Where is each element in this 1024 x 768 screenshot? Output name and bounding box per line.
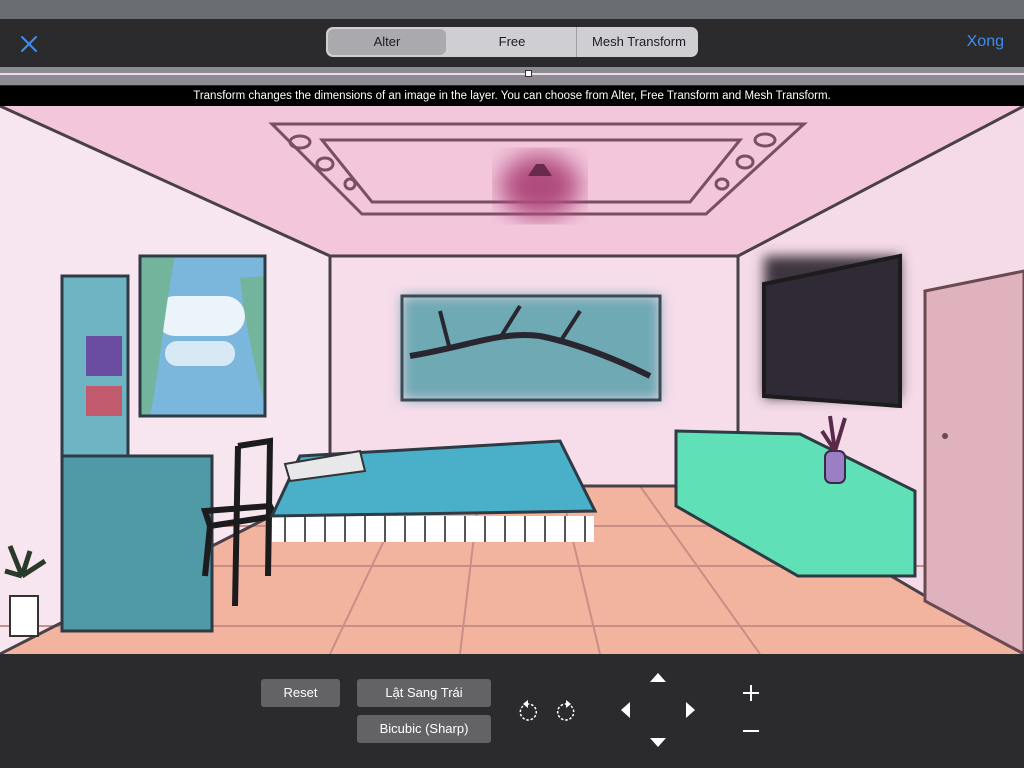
flip-horizontal-button[interactable]: Lật Sang Trái <box>357 679 491 707</box>
rotate-right-icon <box>557 700 575 721</box>
transform-handle[interactable] <box>525 70 532 77</box>
close-button[interactable] <box>16 31 42 57</box>
move-down-button[interactable] <box>648 736 668 750</box>
bounding-edge <box>0 73 1024 75</box>
move-left-button[interactable] <box>618 700 632 720</box>
transform-mode-segmented-control: Alter Free Mesh Transform <box>326 27 698 57</box>
rotate-left-icon <box>519 700 537 721</box>
tab-free[interactable]: Free <box>448 27 576 57</box>
rotate-right-button[interactable] <box>552 698 580 726</box>
move-up-button[interactable] <box>648 670 668 684</box>
zoom-in-button[interactable] <box>740 682 762 704</box>
top-toolbar: Alter Free Mesh Transform Xong <box>0 19 1024 67</box>
tab-mesh-transform[interactable]: Mesh Transform <box>576 27 698 57</box>
arrow-left-icon <box>621 702 630 718</box>
canvas[interactable] <box>0 106 1024 654</box>
tab-alter[interactable]: Alter <box>328 29 446 55</box>
done-button[interactable]: Xong <box>967 33 1004 51</box>
interpolation-button[interactable]: Bicubic (Sharp) <box>357 715 491 743</box>
move-right-button[interactable] <box>684 700 698 720</box>
zoom-out-button[interactable] <box>740 720 762 742</box>
hint-banner: Transform changes the dimensions of an i… <box>0 86 1024 106</box>
transform-bounds-top <box>0 67 1024 85</box>
status-bar <box>0 0 1024 19</box>
close-icon <box>21 36 37 52</box>
rotate-left-button[interactable] <box>514 698 542 726</box>
zoom-out-icon <box>743 730 759 732</box>
arrow-up-icon <box>650 673 666 682</box>
zoom-in-icon <box>743 685 759 701</box>
layer-image <box>0 106 1024 654</box>
arrow-right-icon <box>686 702 695 718</box>
bottom-toolbar: Reset Lật Sang Trái Bicubic (Sharp) <box>0 654 1024 768</box>
arrow-down-icon <box>650 738 666 747</box>
reset-button[interactable]: Reset <box>261 679 340 707</box>
